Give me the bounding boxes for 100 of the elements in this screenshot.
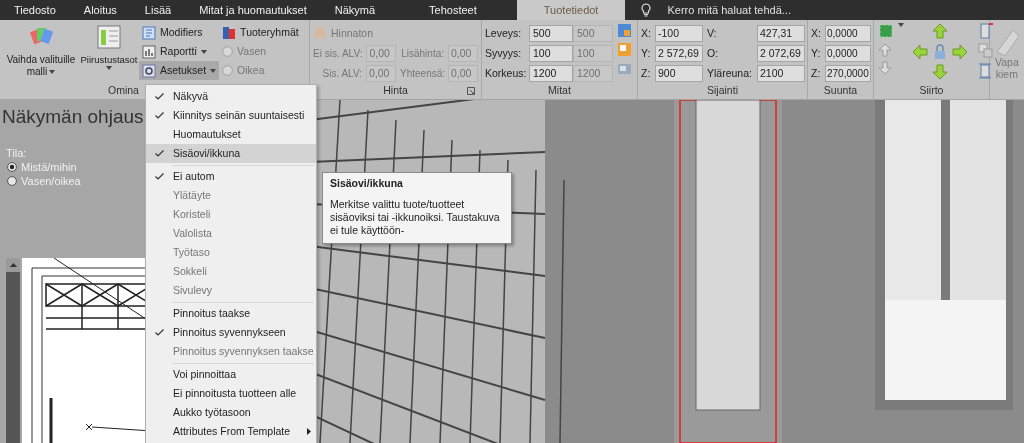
arrow-right-icon[interactable] [952,43,968,60]
menu-item[interactable]: Ei pinnoitusta tuotteen alle [146,384,316,403]
input-field[interactable]: 2 572,69 [655,44,703,62]
menu-item[interactable]: Ei autom [146,167,316,186]
field-label: Y: [641,45,651,61]
copy-icon[interactable] [617,42,632,57]
chart-icon [142,44,156,59]
menu-item: Pinnoitus syvennyksen taakse [172,344,315,359]
arrow-up-icon[interactable] [932,23,948,39]
ribbon-tab[interactable]: Tehosteet [389,0,517,20]
caret-icon [106,66,112,70]
menu-item[interactable]: Kiinnitys seinän suuntaisesti [146,106,316,125]
price-tag-icon [313,26,327,40]
ribbon-tab[interactable]: Näkymä [320,0,390,20]
input-field[interactable]: -100 [655,24,703,42]
arrow-up-icon[interactable] [878,43,892,57]
tooltip-text: Merkitse valittu tuote/tuotteet sisäoviksi tai -ikkunoiksi. Taustakuva ei tule käyttöön- [330,198,501,237]
menu-item[interactable]: Näkyvä [146,87,316,106]
panel-title: Näkymän ohjaus [2,105,144,129]
input-field: 500 [573,24,613,42]
input-field[interactable]: 427,31 [757,24,805,42]
small-button[interactable]: Asetukset [139,61,220,80]
gear-icon [142,63,156,78]
input-field[interactable]: 0,0000 [825,44,871,62]
input-field[interactable]: 1200 [529,64,573,82]
menu-item: Sokkeli [172,264,208,279]
overlap-icon[interactable] [978,43,994,59]
menu-item[interactable]: Aukko työtasoon [146,403,316,422]
checkmark-icon [155,329,164,336]
field-label: X: [811,25,821,41]
align-top-icon[interactable] [978,23,994,39]
radio-label: Mistä/mihin [21,160,77,174]
ribbon-tab[interactable]: Aloitus [69,0,131,20]
small-button[interactable]: Tuoteryhmät [219,23,302,42]
menu-item[interactable]: Pinnoitus syvennykseen [146,323,316,342]
input-field[interactable]: 0,0000 [825,24,871,42]
field-label: Ei sis. ALV: [313,46,363,61]
caret-up-icon [9,263,17,267]
ribbon-tab[interactable]: Mitat ja huomautukset [185,0,321,20]
caret-icon [49,70,56,75]
small-button[interactable]: Raportti [139,42,220,61]
ribbon-tab[interactable]: Tiedosto [0,0,70,20]
arrow-left-icon[interactable] [912,43,928,60]
menu-item: Koristeli [172,207,212,222]
scroll-up-button[interactable] [6,258,20,272]
select-icon[interactable] [878,23,894,39]
scrollbar[interactable] [6,258,20,443]
lock-icon[interactable] [932,43,948,60]
layers-icon [96,24,122,50]
menu-item[interactable]: Pinnoitus taakse [146,304,316,323]
tag-icon [222,25,237,40]
resize-icon[interactable] [617,23,632,38]
menu-item[interactable]: Attributes From Template [146,422,316,441]
input-field: 100 [573,44,613,62]
field-label: V: [707,25,718,41]
menu-item: Työtaso [172,245,211,260]
field-label: Y: [811,45,821,61]
input-field[interactable]: 270,0000 [825,64,871,82]
frame-icon[interactable] [617,61,632,76]
input-field: 1200 [573,64,613,82]
input-field[interactable]: 2100 [757,64,805,82]
radio-button[interactable] [7,176,17,186]
submenu-arrow-icon [307,428,311,435]
field-label: Leveys: [485,25,523,41]
field-label: Sis. ALV: [321,66,362,81]
radio-button[interactable] [7,162,17,172]
menu-item[interactable]: Sisäovi/ikkuna [146,144,316,163]
field-label: Syvyys: [485,45,523,61]
ribbon-tab[interactable]: Tuotetiedot [516,0,626,20]
large-button[interactable]: Piirustustasot [79,23,139,83]
mode-label: Tila: [5,146,27,160]
field-label: Z: [811,65,821,81]
large-button[interactable]: Vaihda valituille malli [3,23,79,83]
field-label: Yläreuna: [707,65,753,81]
group-label: Mitat [548,84,571,96]
menu-item: Valolista [172,226,213,241]
input-field[interactable]: 2 072,69 [757,44,805,62]
large-button: Vapa kiem [993,20,1021,99]
input-field[interactable]: 100 [529,44,573,62]
input-field[interactable]: 900 [655,64,703,82]
menu-item[interactable]: Huomautukset [146,125,316,144]
field-label: X: [641,25,651,41]
arrow-down-icon[interactable] [878,61,892,75]
dialog-launcher-icon[interactable] [467,87,475,95]
radio-label: Vasen/oikea [21,174,81,188]
arrow-down-icon[interactable] [932,64,948,81]
input-field[interactable]: 500 [529,24,573,42]
group-label: Hinta [383,84,408,96]
small-button[interactable]: Modifiers [139,23,220,42]
checkmark-icon [155,112,164,119]
align-height-icon[interactable] [978,63,994,79]
caret-icon [200,49,207,54]
menu-item[interactable]: Voi pinnoittaa [146,365,316,384]
field-label: Yhteensä: [400,66,444,81]
tooltip-title: Sisäovi/ikkuna [330,177,404,190]
ribbon-tab[interactable]: Lisää [130,0,186,20]
group-label: Sijainti [707,84,738,96]
field-label: O: [707,45,720,61]
tell-me-field[interactable]: Kerro mitä haluat tehdä... [653,0,791,20]
lightbulb-icon [639,3,654,17]
